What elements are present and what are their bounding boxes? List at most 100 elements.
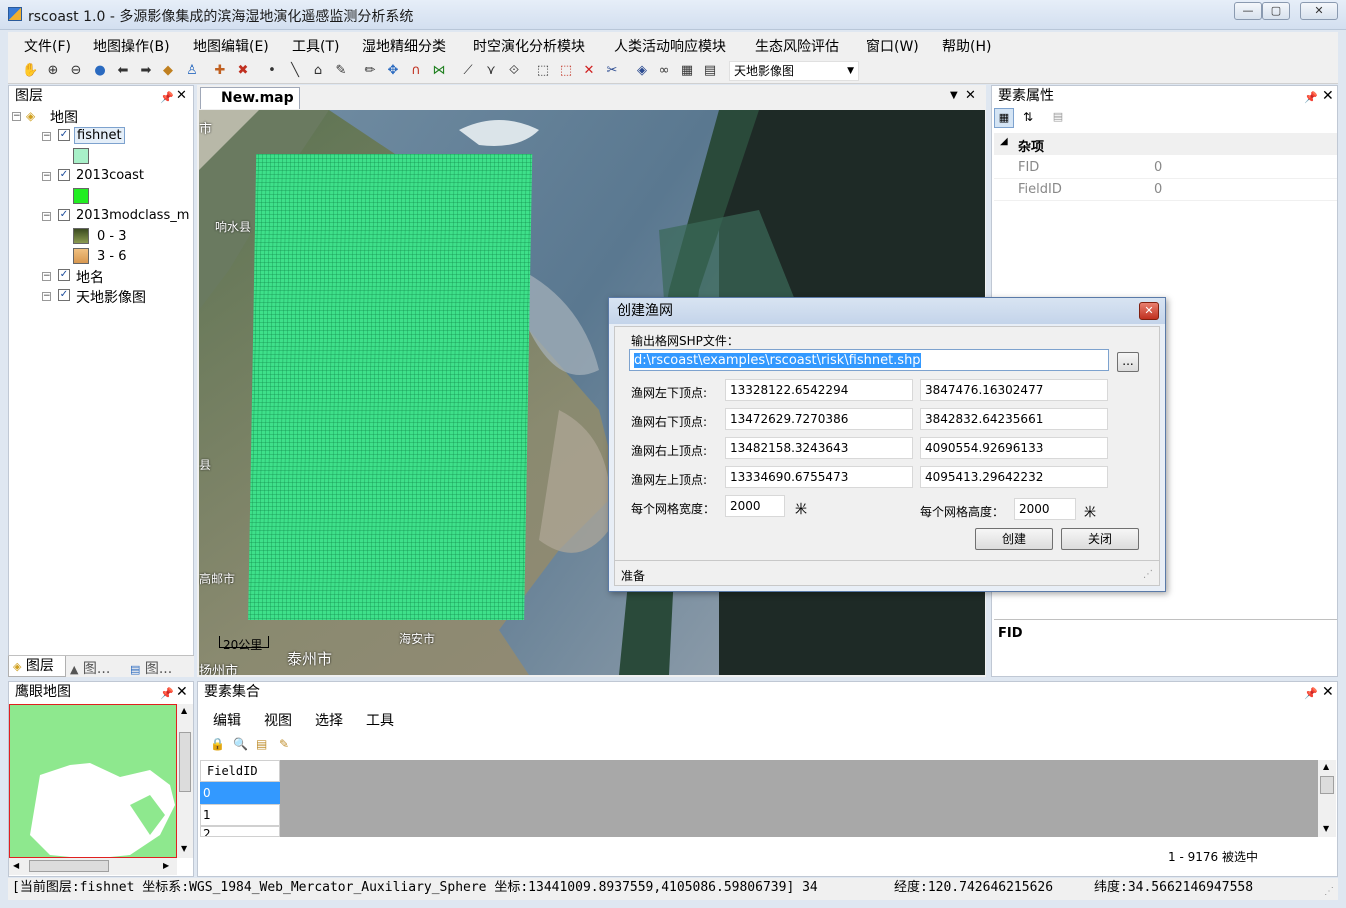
layer-fishnet[interactable]: fishnet	[74, 127, 125, 144]
scroll-down-icon[interactable]: ▼	[1323, 824, 1329, 833]
checkbox-2013modclass[interactable]: ✓	[58, 209, 70, 221]
forward-icon[interactable]: ➡	[138, 63, 154, 79]
bottom-right-x-input[interactable]: 13472629.7270386	[725, 408, 913, 430]
menu-tools[interactable]: 工具(T)	[292, 36, 339, 56]
lock-icon[interactable]: 🔒	[210, 737, 225, 751]
add-point-icon[interactable]: ✚	[212, 63, 228, 79]
menu-map-operations[interactable]: 地图操作(B)	[93, 36, 170, 56]
dialog-close-button[interactable]: ✕	[1139, 302, 1159, 320]
expander-basemap[interactable]: −	[42, 292, 51, 301]
search-icon[interactable]: 🔍	[233, 737, 248, 751]
expander-fishnet[interactable]: −	[42, 132, 51, 141]
cut-icon[interactable]: ✂	[604, 63, 620, 79]
feat-vertical-scrollbar[interactable]: ▲ ▼	[1318, 760, 1336, 837]
sort-alpha-icon[interactable]: ⇅	[1018, 108, 1038, 128]
target-icon[interactable]: ◈	[634, 63, 650, 79]
node-icon[interactable]: ⋈	[431, 63, 447, 79]
scroll-down-icon[interactable]: ▼	[181, 844, 187, 853]
move-icon[interactable]: ✥	[385, 63, 401, 79]
layer-2013modclass[interactable]: 2013modclass_m	[76, 208, 189, 223]
select-icon[interactable]: ◆	[160, 63, 176, 79]
top-left-x-input[interactable]: 13334690.6755473	[725, 466, 913, 488]
feat-menu-view[interactable]: 视图	[264, 710, 292, 730]
snap-icon[interactable]: ⟐	[506, 63, 522, 79]
menu-map-edit[interactable]: 地图编辑(E)	[193, 36, 269, 56]
scroll-up-icon[interactable]: ▲	[181, 706, 187, 715]
cross-icon[interactable]: ✕	[581, 63, 597, 79]
menu-eco-risk[interactable]: 生态风险评估	[755, 36, 839, 56]
merge-icon[interactable]: ⋎	[483, 63, 499, 79]
tree-root-map[interactable]: 地图	[50, 107, 78, 127]
bottom-left-x-input[interactable]: 13328122.6542294	[725, 379, 913, 401]
tab-new-map[interactable]: New.map	[200, 87, 300, 109]
top-right-x-input[interactable]: 13482158.3243643	[725, 437, 913, 459]
minimize-button[interactable]: —	[1234, 2, 1262, 20]
expander-place-names[interactable]: −	[42, 272, 51, 281]
checkbox-2013coast[interactable]: ✓	[58, 169, 70, 181]
hawk-vertical-scrollbar[interactable]: ▲ ▼	[177, 704, 193, 858]
layer-2013coast[interactable]: 2013coast	[76, 168, 144, 183]
menu-wetland-classification[interactable]: 湿地精细分类	[362, 36, 446, 56]
categorized-icon[interactable]: ▦	[994, 108, 1014, 128]
table-edit-icon[interactable]: ▤	[256, 737, 267, 751]
h-scroll-thumb[interactable]	[29, 860, 109, 872]
cell-width-input[interactable]: 2000	[725, 495, 785, 517]
layer-basemap[interactable]: 天地影像图	[76, 287, 146, 307]
create-button[interactable]: 创建	[975, 528, 1053, 550]
bottom-left-y-input[interactable]: 3847476.16302477	[920, 379, 1108, 401]
zoom-in-icon[interactable]: ⊕	[45, 63, 61, 79]
close-icon[interactable]: ✕	[176, 86, 187, 106]
close-map-icon[interactable]: ✕	[965, 88, 976, 103]
cell-height-input[interactable]: 2000	[1014, 498, 1076, 520]
identify-icon[interactable]: ♙	[184, 63, 200, 79]
top-right-y-input[interactable]: 4090554.92696133	[920, 437, 1108, 459]
close-button[interactable]: 关闭	[1061, 528, 1139, 550]
checkbox-fishnet[interactable]: ✓	[58, 129, 70, 141]
scroll-thumb[interactable]	[1320, 776, 1334, 794]
scroll-left-icon[interactable]: ◀	[13, 861, 19, 870]
resize-grip-icon[interactable]: ⋰	[1324, 882, 1334, 902]
select-box-icon[interactable]: ⬚	[535, 63, 551, 79]
layer-place-names[interactable]: 地名	[76, 267, 104, 287]
scroll-thumb[interactable]	[179, 732, 191, 792]
field-edit-icon[interactable]: ✎	[279, 737, 289, 751]
overview-map-canvas[interactable]	[9, 704, 177, 858]
feat-menu-tools[interactable]: 工具	[366, 710, 394, 730]
pan-icon[interactable]: ✋	[22, 63, 38, 79]
pencil-icon[interactable]: ✏	[362, 63, 378, 79]
table-row[interactable]: 2	[200, 826, 280, 837]
scroll-up-icon[interactable]: ▲	[1323, 762, 1329, 771]
split-icon[interactable]: ⟋	[460, 63, 476, 79]
chevron-down-icon[interactable]: ▼	[950, 90, 958, 101]
scroll-right-icon[interactable]: ▶	[163, 861, 169, 870]
globe-icon[interactable]: ●	[92, 63, 108, 79]
close-window-button[interactable]: ✕	[1300, 2, 1338, 20]
clear-icon[interactable]: ⬚	[558, 63, 574, 79]
browse-button[interactable]: ...	[1117, 352, 1139, 372]
maximize-button[interactable]: ▢	[1262, 2, 1290, 20]
magnet-icon[interactable]: ∩	[408, 63, 424, 79]
table-row[interactable]: 0	[200, 782, 280, 804]
expander-2013coast[interactable]: −	[42, 172, 51, 181]
close-icon[interactable]: ✕	[176, 682, 188, 702]
checkbox-place-names[interactable]: ✓	[58, 269, 70, 281]
pin-icon[interactable]: 📌	[1304, 684, 1318, 704]
edit-icon[interactable]: ✎	[333, 63, 349, 79]
pin-icon[interactable]: 📌	[160, 684, 174, 704]
column-header-fieldid[interactable]: FieldID	[200, 760, 280, 782]
menu-spatiotemporal-analysis[interactable]: 时空演化分析模块	[473, 36, 585, 56]
hawk-horizontal-scrollbar[interactable]: ◀ ▶	[9, 858, 177, 875]
property-pages-icon[interactable]: ▤	[1048, 108, 1068, 128]
table-row[interactable]: 1	[200, 804, 280, 826]
pin-icon[interactable]: 📌	[1304, 88, 1318, 108]
bottom-right-y-input[interactable]: 3842832.64235661	[920, 408, 1108, 430]
menu-help[interactable]: 帮助(H)	[942, 36, 991, 56]
prop-row-fieldid[interactable]: FieldID 0	[994, 179, 1337, 201]
back-icon[interactable]: ⬅	[115, 63, 131, 79]
measure-icon[interactable]: ▦	[679, 63, 695, 79]
menu-window[interactable]: 窗口(W)	[866, 36, 919, 56]
layer-select[interactable]: 天地影像图 ▼	[729, 61, 859, 81]
polygon-icon[interactable]: ⌂	[310, 63, 326, 79]
output-file-input[interactable]: d:\rscoast\examples\rscoast\risk\fishnet…	[629, 349, 1109, 371]
zoom-out-icon[interactable]: ⊖	[68, 63, 84, 79]
